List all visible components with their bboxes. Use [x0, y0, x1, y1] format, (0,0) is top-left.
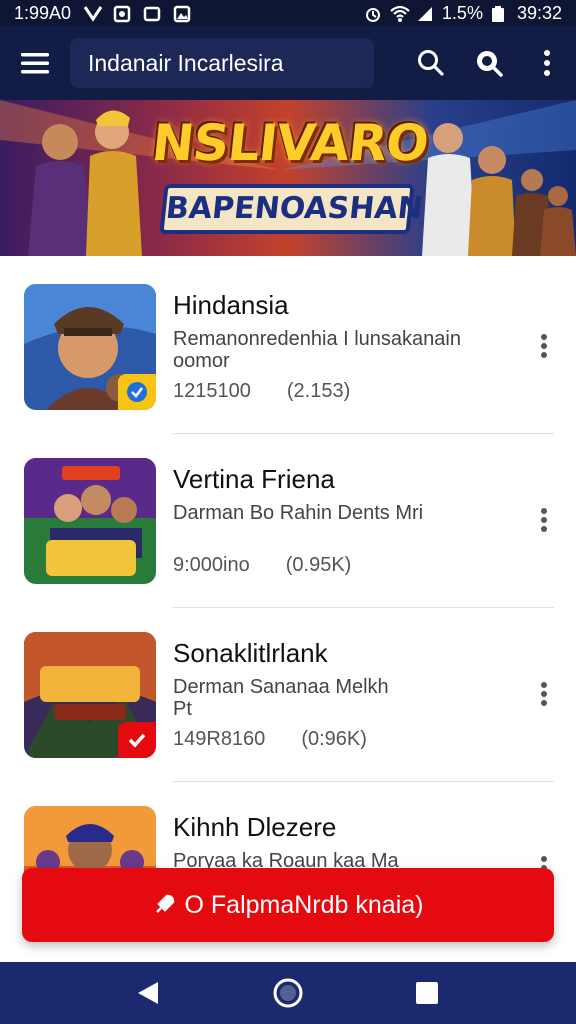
description-line: Pt	[173, 698, 192, 720]
recents-button[interactable]	[397, 962, 457, 1024]
list-item[interactable]: Vertina Friena Darman Bo Rahin Dents Mri…	[0, 434, 576, 608]
install-button[interactable]: O FalpmaNrdb knaia)	[22, 868, 554, 942]
status-bar: 1:99A0 1.5% 39:32	[0, 0, 576, 26]
notification-icon	[83, 5, 103, 22]
status-clock: 39:32	[516, 2, 562, 23]
download-count: 1215100	[173, 380, 251, 402]
item-more-button[interactable]	[532, 504, 556, 536]
system-nav-bar	[0, 962, 576, 1024]
app-title: Vertina Friena	[173, 464, 335, 494]
item-more-button[interactable]	[532, 330, 556, 362]
description-line: oomor	[173, 350, 230, 372]
battery-icon	[491, 5, 509, 22]
app-description: Derman Sananaa Melkh Pt	[173, 676, 493, 720]
battery-percent: 1.5%	[441, 2, 483, 23]
status-time: 1:99A0	[14, 2, 72, 23]
signal-icon	[416, 5, 434, 21]
more-vertical-icon	[544, 50, 550, 76]
rocket-icon	[155, 894, 174, 913]
app-size: (0.95K)	[285, 554, 352, 576]
search-button[interactable]	[402, 26, 460, 100]
menu-button[interactable]	[0, 26, 70, 100]
home-button[interactable]	[258, 962, 318, 1024]
list-item[interactable]: Sonaklitlrlank Derman Sananaa Melkh Pt 1…	[0, 608, 576, 782]
item-more-button[interactable]	[532, 678, 556, 710]
search-alt-button[interactable]	[460, 26, 518, 100]
description-line: Derman Sananaa Melkh	[173, 676, 389, 698]
install-button-label: O FalpmaNrdb knaia)	[184, 890, 424, 919]
app-list: Hindansia Remanonredenhia I lunsakanain …	[0, 260, 576, 956]
alarm-icon	[364, 5, 382, 22]
description-line: Remanonredenhia I lunsakanain	[173, 328, 461, 350]
app-bar: Indanair Incarlesira	[0, 26, 576, 100]
calendar-icon	[143, 5, 161, 22]
home-icon	[273, 978, 303, 1008]
app-title: Sonaklitlrlank	[173, 638, 328, 668]
message-icon	[113, 5, 131, 23]
more-options-button[interactable]	[518, 26, 576, 100]
app-thumbnail	[24, 284, 156, 410]
app-meta: 9:000ino (0.95K)	[173, 554, 351, 577]
check-icon	[127, 382, 147, 402]
image-icon	[173, 5, 191, 23]
recents-icon	[415, 982, 438, 1004]
app-meta: 1215100 (2.153)	[173, 380, 350, 403]
app-thumbnail	[24, 632, 156, 758]
app-title: Hindansia	[173, 290, 289, 320]
list-item[interactable]: Hindansia Remanonredenhia I lunsakanain …	[0, 260, 576, 434]
search-alt-icon	[477, 51, 503, 77]
banner-title: NSLIVARO	[149, 114, 431, 172]
banner-subtitle: BAPENOASHAN	[159, 184, 425, 234]
description-line: Darman Bo Rahin Dents Mri	[173, 502, 424, 524]
download-count: 149R8160	[173, 728, 266, 750]
download-count: 9:000ino	[173, 554, 250, 576]
app-size: (2.153)	[286, 380, 351, 402]
app-description: Darman Bo Rahin Dents Mri	[173, 502, 493, 524]
wifi-icon	[390, 5, 410, 22]
app-title: Kihnh Dlezere	[173, 812, 337, 842]
verified-badge	[118, 722, 156, 758]
app-meta: 149R8160 (0:96K)	[173, 728, 367, 751]
app-description: Remanonredenhia I lunsakanain oomor	[173, 328, 493, 372]
menu-icon	[21, 53, 49, 74]
app-thumbnail	[24, 458, 156, 584]
search-icon	[418, 50, 444, 76]
check-icon	[128, 733, 146, 748]
search-input[interactable]: Indanair Incarlesira	[70, 38, 374, 88]
app-size: (0:96K)	[301, 728, 367, 750]
back-button[interactable]	[119, 962, 179, 1024]
back-icon	[138, 982, 159, 1004]
verified-badge	[118, 374, 156, 410]
promo-banner[interactable]: NSLIVARO BAPENOASHAN	[0, 100, 576, 256]
